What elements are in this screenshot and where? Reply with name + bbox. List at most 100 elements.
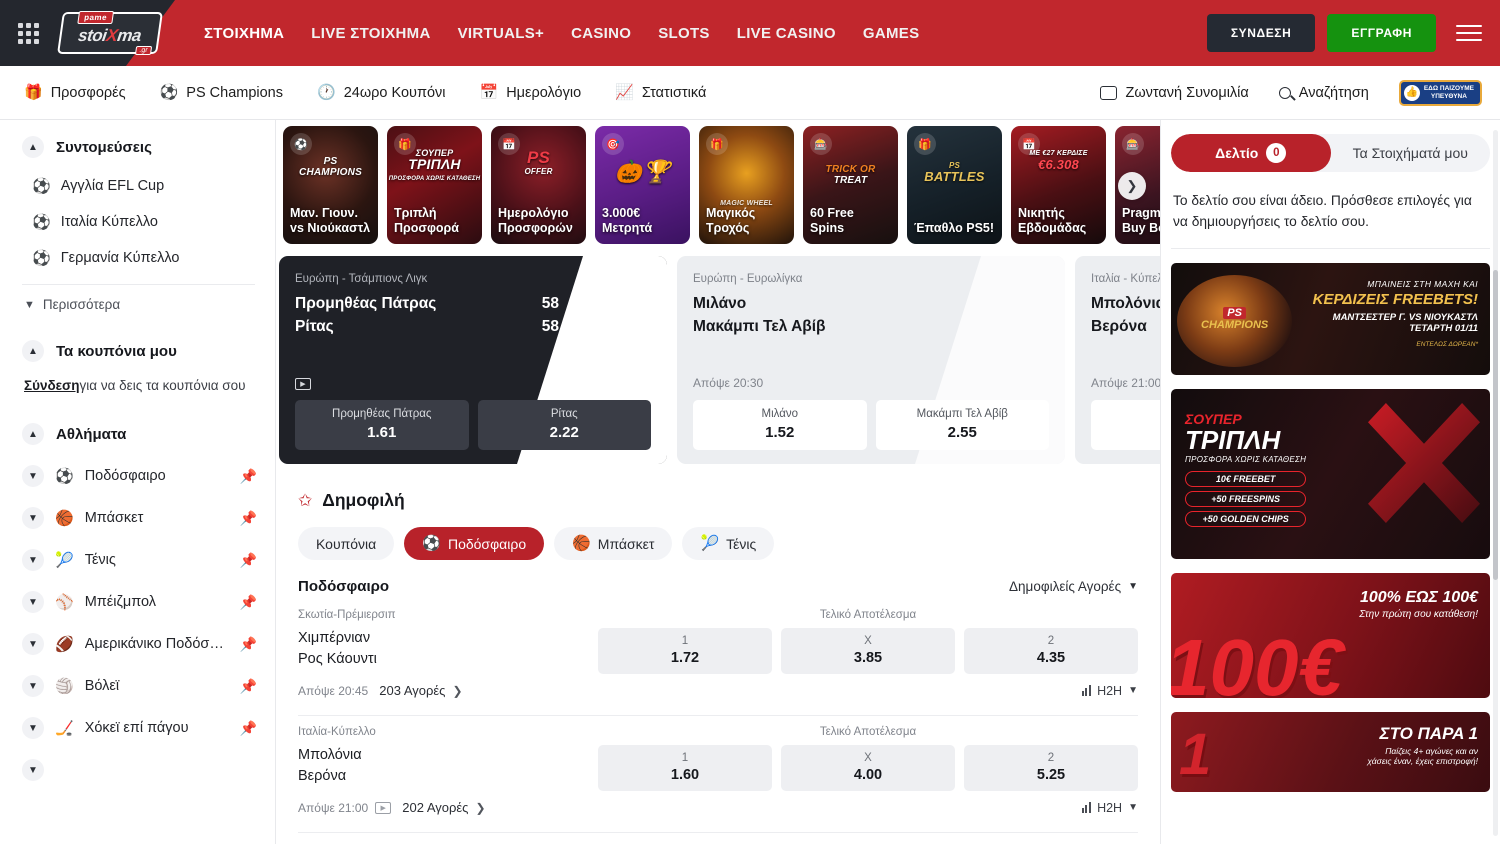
nav-casino[interactable]: CASINO xyxy=(571,25,631,42)
sidebar-login-link[interactable]: Σύνδεση xyxy=(24,378,80,393)
odds-button-2[interactable]: 2 4.35 xyxy=(964,628,1138,674)
pin-icon[interactable]: 📌 xyxy=(240,636,257,653)
login-button[interactable]: ΣΥΝΔΕΣΗ xyxy=(1207,14,1316,52)
chevron-down-icon[interactable]: ▼ xyxy=(22,507,44,529)
sidebar-item-italy-cup[interactable]: ⚽ Ιταλία Κύπελλο xyxy=(0,204,275,240)
odds-button-x[interactable]: X 3.85 xyxy=(781,628,955,674)
match-markets-count[interactable]: 202 Αγορές xyxy=(402,800,468,815)
sidebar-more-button[interactable]: ▼ Περισσότερα xyxy=(0,285,275,324)
subnav-item-ps-champions[interactable]: ⚽ PS Champions xyxy=(160,85,283,101)
search-button[interactable]: Αναζήτηση xyxy=(1279,85,1369,101)
match-markets-count[interactable]: 203 Αγορές xyxy=(379,683,445,698)
sidebar-item-germany-cup[interactable]: ⚽ Γερμανία Κύπελλο xyxy=(0,240,275,276)
odds-button[interactable]: 1 1.60 xyxy=(1091,400,1160,450)
promo-card[interactable]: 🎃🏆 🎯 3.000€ Μετρητά xyxy=(595,126,690,244)
live-chat-button[interactable]: Ζωντανή Συνομιλία xyxy=(1100,85,1248,101)
pin-icon[interactable]: 📌 xyxy=(240,720,257,737)
featured-match-card[interactable]: Ευρώπη - Τσάμπιονς Λιγκ Προμηθέας Πάτρας… xyxy=(279,256,667,464)
markets-selector[interactable]: Δημοφιλείς Αγορές ▼ xyxy=(1009,579,1138,594)
promo-banner-sto-para-1[interactable]: 1 ΣΤΟ ΠΑΡΑ 1 Παίζεις 4+ αγώνες και αν χά… xyxy=(1171,712,1490,792)
promo-card[interactable]: MAGIC WHEEL 🎁 Μαγικός Τροχός xyxy=(699,126,794,244)
nav-live-casino[interactable]: LIVE CASINO xyxy=(737,25,836,42)
promo-carousel-next-button[interactable]: ❯ xyxy=(1118,172,1146,200)
h2h-button[interactable]: H2H ▼ xyxy=(1082,684,1138,698)
chevron-right-icon[interactable]: ❯ xyxy=(475,801,485,815)
promo-card[interactable]: PSCHAMPIONS ⚽ Μαν. Γιουν. vs Νιούκαστλ xyxy=(283,126,378,244)
match-teams[interactable]: Σκωτία-Πρέμιερσιπ Χιμπέρνιαν Ρος Κάουντι xyxy=(298,609,598,670)
pin-icon[interactable]: 📌 xyxy=(240,678,257,695)
sidebar-section-shortcuts[interactable]: ▲ Συντομεύσεις xyxy=(0,120,275,168)
promo-banner-super-tripli[interactable]: ΣΟΥΠΕΡ ΤΡΙΠΛΗ ΠΡΟΣΦΟΡΑ ΧΩΡΙΣ ΚΑΤΑΘΕΣΗ 10… xyxy=(1171,389,1490,559)
sidebar-sport-volleyball[interactable]: ▼ 🏐 Βόλεϊ 📌 xyxy=(0,665,275,707)
tab-coupons[interactable]: Κουπόνια xyxy=(298,527,394,560)
odds-button[interactable]: Μακάμπι Τελ Αβίβ 2.55 xyxy=(876,400,1050,450)
pin-icon[interactable]: 📌 xyxy=(240,594,257,611)
promo-banner-100-bonus[interactable]: 100€ 100% ΕΩΣ 100€ Στην πρώτη σου κατάθε… xyxy=(1171,573,1490,698)
sidebar-section-my-coupons[interactable]: ▲ Τα κουπόνια μου xyxy=(0,324,275,372)
nav-virtuals[interactable]: VIRTUALS+ xyxy=(458,25,544,42)
sidebar-sport-american-football[interactable]: ▼ 🏈 Αμερικάνικο Ποδόσ… 📌 xyxy=(0,623,275,665)
sidebar-sport-football[interactable]: ▼ ⚽ Ποδόσφαιρο 📌 xyxy=(0,455,275,497)
apps-grid-icon[interactable] xyxy=(18,23,44,44)
chevron-down-icon[interactable]: ▼ xyxy=(22,717,44,739)
h2h-button[interactable]: H2H ▼ xyxy=(1082,801,1138,815)
subnav-item-24h-coupon[interactable]: 🕐 24ωρο Κουπόνι xyxy=(317,85,446,101)
sidebar-scrollbar-thumb[interactable] xyxy=(1493,270,1498,580)
promo-card[interactable]: PSOFFER 📅 Ημερολόγιο Προσφορών xyxy=(491,126,586,244)
odds-button[interactable]: Ρίτας 2.22 xyxy=(478,400,652,450)
tab-football[interactable]: ⚽ Ποδόσφαιρο xyxy=(404,527,544,560)
subnav-item-offers[interactable]: 🎁 Προσφορές xyxy=(24,85,126,101)
match-teams[interactable]: Ιταλία-Κύπελλο Μπολόνια Βερόνα xyxy=(298,726,598,787)
nav-live[interactable]: LIVE ΣΤΟΙΧΗΜΑ xyxy=(311,25,430,42)
nav-slots[interactable]: SLOTS xyxy=(658,25,710,42)
subnav-item-statistics[interactable]: 📈 Στατιστικά xyxy=(615,85,706,101)
promo-card[interactable]: TRICK ORTREAT 🎰 60 Free Spins xyxy=(803,126,898,244)
chevron-down-icon[interactable]: ▼ xyxy=(22,591,44,613)
live-stream-icon[interactable]: ▶ xyxy=(375,802,391,814)
site-logo[interactable]: pame stoiXma .gr xyxy=(58,10,162,56)
odds-button-1[interactable]: 1 1.60 xyxy=(598,745,772,791)
pin-icon[interactable]: 📌 xyxy=(240,552,257,569)
chevron-down-icon[interactable]: ▼ xyxy=(22,549,44,571)
chevron-down-icon[interactable]: ▼ xyxy=(22,633,44,655)
promo-card[interactable]: PSBATTLES 🎁 Έπαθλο PS5! xyxy=(907,126,1002,244)
subnav-item-calendar[interactable]: 📅 Ημερολόγιο xyxy=(480,85,582,101)
featured-match-card[interactable]: Ευρώπη - Ευρωλίγκα Μιλάνο Μακάμπι Τελ Αβ… xyxy=(677,256,1065,464)
sidebar-sport-ice-hockey[interactable]: ▼ 🏒 Χόκεϊ επί πάγου 📌 xyxy=(0,707,275,749)
register-button[interactable]: ΕΓΓΡΑΦΗ xyxy=(1327,14,1436,52)
tab-betslip[interactable]: Δελτίο 0 xyxy=(1171,134,1331,172)
featured-away-score: 58 xyxy=(542,318,651,336)
tab-tennis[interactable]: 🎾 Τένις xyxy=(682,527,774,560)
promo-card[interactable]: ΜΕ €27 ΚΕΡΔΙΣΕ€6.308 📅 Νικητής Εβδομάδας xyxy=(1011,126,1106,244)
featured-league: Ιταλία - Κύπελλο xyxy=(1091,273,1160,285)
hamburger-menu-icon[interactable] xyxy=(1456,20,1482,46)
nav-games[interactable]: GAMES xyxy=(863,25,920,42)
sidebar-item-efl-cup[interactable]: ⚽ Αγγλία EFL Cup xyxy=(0,168,275,204)
odds-button-1[interactable]: 1 1.72 xyxy=(598,628,772,674)
responsible-gaming-badge[interactable]: 👍 ΕΔΩ ΠΑΙΖΟΥΜΕΥΠΕΥΘΥΝΑ xyxy=(1399,80,1482,106)
promo-banner-ps-champions[interactable]: PSCHAMPIONS ΜΠΑΙΝΕΙΣ ΣΤΗ ΜΑΧΗ ΚΑΙ ΚΕΡΔΙΖ… xyxy=(1171,263,1490,375)
sidebar-sport-partial[interactable]: ▼ xyxy=(0,749,275,791)
chevron-right-icon[interactable]: ❯ xyxy=(452,684,462,698)
sidebar-sport-basketball[interactable]: ▼ 🏀 Μπάσκετ 📌 xyxy=(0,497,275,539)
tab-my-bets[interactable]: Τα Στοιχήματά μου xyxy=(1331,134,1491,172)
tab-basketball[interactable]: 🏀 Μπάσκετ xyxy=(554,527,672,560)
match-top: Σκωτία-Πρέμιερσιπ Χιμπέρνιαν Ρος Κάουντι… xyxy=(298,609,1138,674)
chevron-down-icon[interactable]: ▼ xyxy=(22,759,44,781)
pin-icon[interactable]: 📌 xyxy=(240,468,257,485)
featured-match-card[interactable]: Ιταλία - Κύπελλο Μπολόνια Βερόνα Απόψε 2… xyxy=(1075,256,1160,464)
odds-button[interactable]: Μιλάνο 1.52 xyxy=(693,400,867,450)
live-stream-icon[interactable]: ▶ xyxy=(295,378,311,390)
sidebar-sport-baseball[interactable]: ▼ ⚾ Μπέιζμπολ 📌 xyxy=(0,581,275,623)
promo-card[interactable]: ΣΟΥΠΕΡΤΡΙΠΛΗΠΡΟΣΦΟΡΑ ΧΩΡΙΣ ΚΑΤΑΘΕΣΗ 🎁 Τρ… xyxy=(387,126,482,244)
chevron-down-icon[interactable]: ▼ xyxy=(22,675,44,697)
chevron-down-icon[interactable]: ▼ xyxy=(22,465,44,487)
odds-button[interactable]: Προμηθέας Πάτρας 1.61 xyxy=(295,400,469,450)
chevron-down-icon: ▼ xyxy=(1128,685,1138,696)
sidebar-sport-tennis[interactable]: ▼ 🎾 Τένις 📌 xyxy=(0,539,275,581)
nav-stoixima[interactable]: ΣΤΟΙΧΗΜΑ xyxy=(204,25,284,42)
sidebar-section-sports[interactable]: ▲ Αθλήματα xyxy=(0,407,275,455)
pin-icon[interactable]: 📌 xyxy=(240,510,257,527)
odds-button-2[interactable]: 2 5.25 xyxy=(964,745,1138,791)
odds-button-x[interactable]: X 4.00 xyxy=(781,745,955,791)
